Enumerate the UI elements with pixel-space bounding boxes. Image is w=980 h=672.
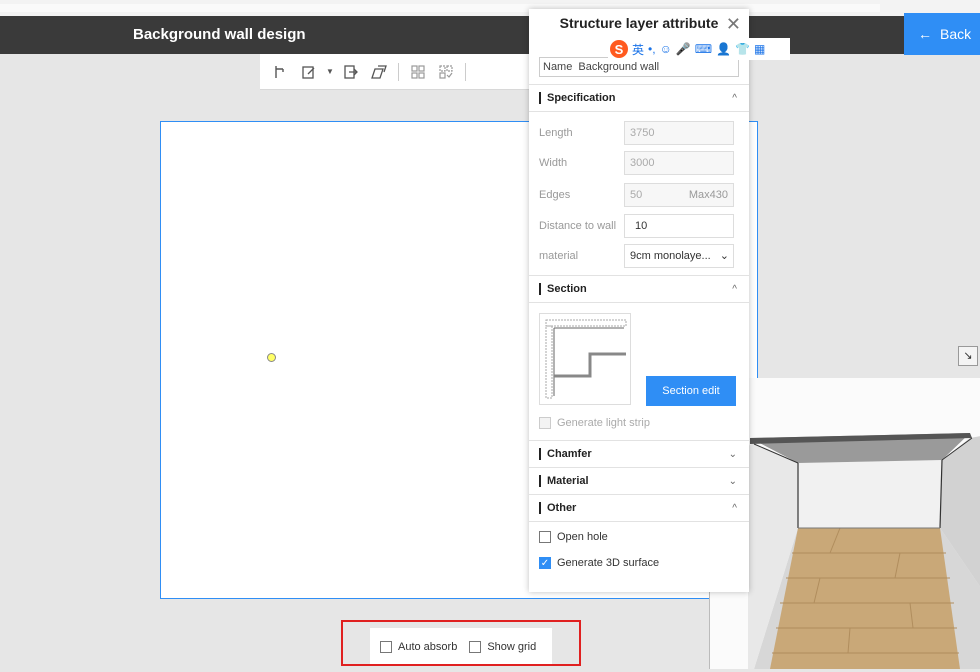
open-hole-option[interactable]: Open hole bbox=[539, 531, 608, 543]
export-icon[interactable] bbox=[340, 61, 362, 83]
length-input[interactable]: 3750 bbox=[624, 121, 734, 145]
distance-label: Distance to wall bbox=[539, 220, 617, 232]
chevron-down-icon: ⌄ bbox=[719, 250, 729, 262]
group-icon[interactable] bbox=[407, 61, 429, 83]
grid-menu-icon[interactable]: ▦ bbox=[754, 42, 765, 56]
skin-icon[interactable]: 👕 bbox=[735, 42, 750, 56]
width-input[interactable]: 3000 bbox=[624, 151, 734, 175]
chevron-up-icon: ^ bbox=[732, 92, 737, 104]
material-value: 9cm monolaye... bbox=[630, 250, 711, 262]
edges-value: 50 bbox=[630, 189, 643, 201]
keyboard-icon[interactable]: ⌨ bbox=[695, 42, 712, 56]
panel-title: Structure layer attribute bbox=[559, 15, 719, 31]
material-select[interactable]: 9cm monolaye... ⌄ bbox=[624, 244, 734, 268]
section-edit-button[interactable]: Section edit bbox=[646, 376, 736, 406]
dropdown-icon[interactable]: ▼ bbox=[326, 61, 334, 83]
page-title: Background wall design bbox=[133, 26, 306, 43]
width-label: Width bbox=[539, 157, 568, 169]
microphone-icon[interactable]: 🎤 bbox=[676, 42, 691, 56]
material-label: material bbox=[539, 250, 579, 262]
structure-attribute-panel: Structure layer attribute ✕ Name Backgro… bbox=[529, 9, 749, 592]
section-profile-thumbnail[interactable] bbox=[539, 313, 631, 405]
chevron-up-icon: ^ bbox=[732, 502, 737, 514]
material-title: Material bbox=[547, 475, 589, 487]
ungroup-icon[interactable] bbox=[435, 61, 457, 83]
anchor-point[interactable] bbox=[267, 353, 276, 362]
section-header-specification[interactable]: Specification ^ bbox=[529, 84, 749, 112]
edit-icon[interactable] bbox=[298, 61, 320, 83]
arrow-left-icon: ← bbox=[918, 26, 932, 42]
specification-title: Specification bbox=[547, 92, 616, 104]
chevron-down-icon: ⌄ bbox=[728, 475, 737, 487]
open-hole-checkbox[interactable] bbox=[539, 531, 551, 543]
close-icon[interactable]: ✕ bbox=[726, 9, 741, 39]
edges-max: Max430 bbox=[688, 189, 728, 201]
name-label: Name bbox=[543, 61, 573, 73]
room-3d-render bbox=[748, 433, 980, 669]
back-button[interactable]: ← Back bbox=[904, 13, 980, 55]
generate-3d-option[interactable]: ✓ Generate 3D surface bbox=[539, 557, 659, 569]
generate-3d-label: Generate 3D surface bbox=[557, 557, 660, 569]
section-header-section[interactable]: Section ^ bbox=[529, 275, 749, 303]
open-hole-label: Open hole bbox=[557, 531, 608, 543]
length-label: Length bbox=[539, 127, 573, 139]
section-title: Section bbox=[547, 283, 587, 295]
chamfer-title: Chamfer bbox=[547, 448, 592, 460]
distance-input[interactable]: 10 bbox=[624, 214, 734, 238]
door-pin-icon[interactable] bbox=[270, 61, 292, 83]
copy-icon[interactable] bbox=[368, 61, 390, 83]
export-view-icon[interactable]: ↘ bbox=[958, 346, 978, 366]
ime-toolbar: S 英 •, ☺ 🎤 ⌨ 👤 👕 ▦ bbox=[608, 38, 790, 60]
toolbar-divider bbox=[398, 62, 399, 81]
edges-input[interactable]: 50 Max430 bbox=[624, 183, 734, 207]
toolbar-divider bbox=[465, 62, 466, 81]
section-header-material[interactable]: Material ⌄ bbox=[529, 467, 749, 495]
ime-lang[interactable]: 英 bbox=[632, 41, 644, 58]
name-field[interactable]: Name Background wall bbox=[539, 57, 739, 77]
punctuation-icon[interactable]: •, bbox=[648, 42, 656, 56]
design-toolbar: ▼ bbox=[260, 54, 532, 90]
3d-preview[interactable] bbox=[709, 378, 980, 669]
name-value: Background wall bbox=[578, 61, 660, 73]
sogou-logo-icon[interactable]: S bbox=[610, 40, 628, 58]
chevron-up-icon: ^ bbox=[732, 283, 737, 295]
section-header-chamfer[interactable]: Chamfer ⌄ bbox=[529, 440, 749, 468]
section-header-other[interactable]: Other ^ bbox=[529, 494, 749, 522]
back-label: Back bbox=[940, 26, 972, 42]
highlight-box bbox=[341, 620, 581, 666]
edges-label: Edges bbox=[539, 189, 571, 201]
generate-3d-checkbox[interactable]: ✓ bbox=[539, 557, 551, 569]
light-strip-label: Generate light strip bbox=[557, 417, 650, 429]
light-strip-option[interactable]: Generate light strip bbox=[539, 417, 650, 429]
emoji-icon[interactable]: ☺ bbox=[660, 42, 672, 56]
light-strip-checkbox[interactable] bbox=[539, 417, 551, 429]
user-icon[interactable]: 👤 bbox=[716, 42, 731, 56]
other-title: Other bbox=[547, 502, 577, 514]
chevron-down-icon: ⌄ bbox=[728, 448, 737, 460]
